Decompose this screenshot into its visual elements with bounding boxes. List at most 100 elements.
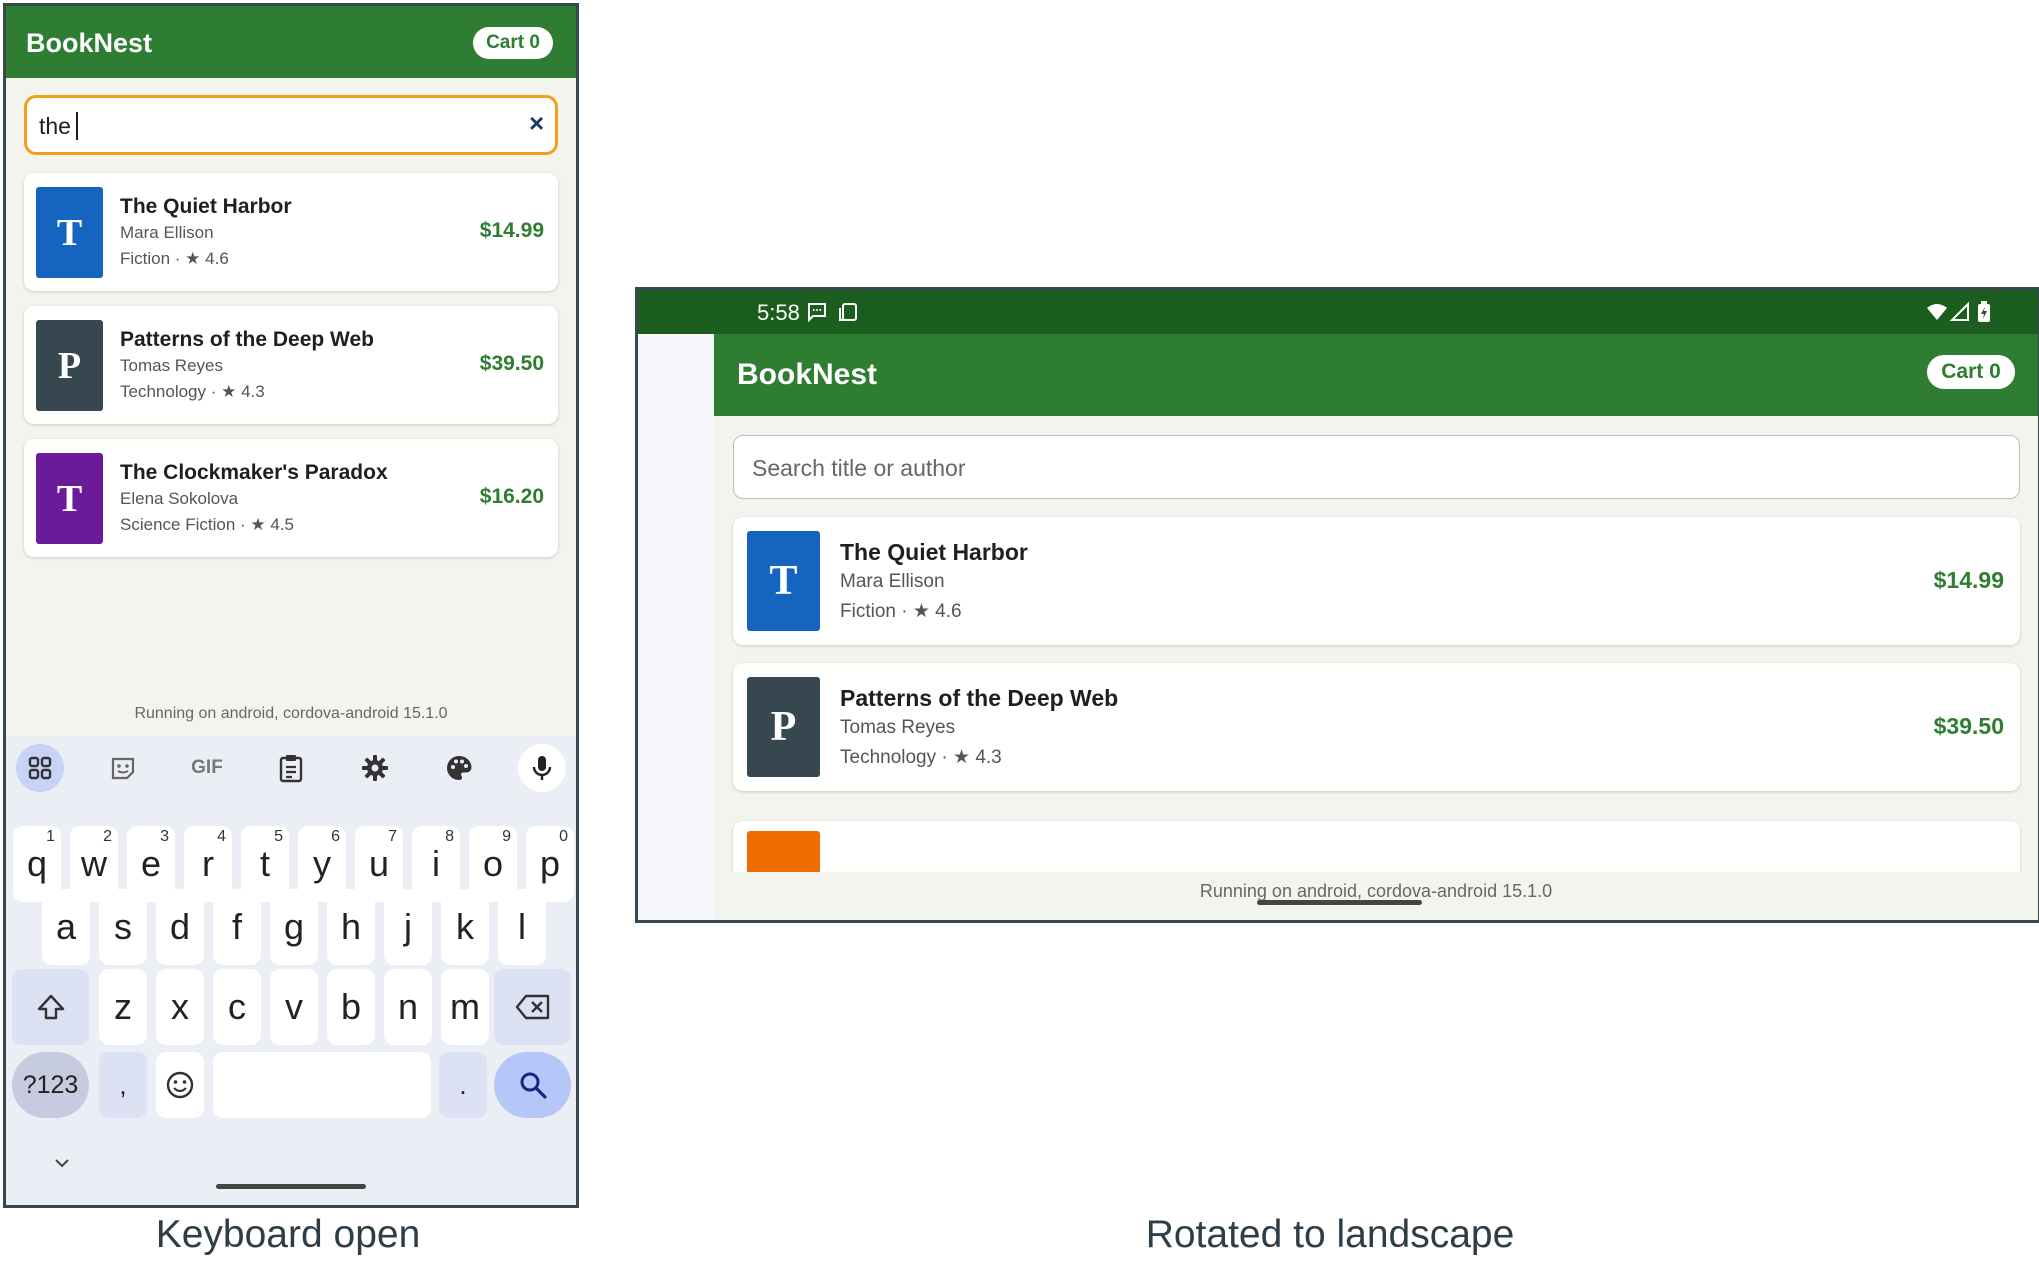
backspace-key[interactable] — [494, 969, 571, 1045]
book-cover: P — [747, 677, 820, 777]
landscape-caption: Rotated to landscape — [1145, 1213, 1515, 1256]
key-number-hint: 4 — [217, 828, 226, 845]
gif-icon[interactable]: GIF — [183, 744, 231, 792]
key-label: o — [482, 843, 504, 884]
book-price: $39.50 — [1933, 713, 2004, 739]
key-v[interactable]: v — [270, 969, 318, 1045]
key-number-hint: 5 — [274, 828, 283, 845]
text-cursor — [76, 112, 78, 140]
book-cover: T — [36, 453, 103, 544]
book-card[interactable]: T The Clockmaker's Paradox Elena Sokolova S… — [24, 439, 558, 557]
content-area: Search title or author T The Quiet Harbor… — [714, 416, 2038, 872]
key-n[interactable]: n — [384, 969, 432, 1045]
battery-icon — [1977, 301, 1991, 328]
status-bar: 5:58 — [638, 290, 2038, 334]
book-card[interactable]: P Patterns of the Deep Web Tomas Reyes Tech… — [733, 663, 2020, 791]
key-label: p — [539, 843, 561, 884]
app-title-landscape: BookNest — [737, 358, 878, 391]
microphone-icon[interactable] — [518, 744, 566, 792]
left-inset — [638, 334, 714, 920]
key-x[interactable]: x — [156, 969, 204, 1045]
key-c[interactable]: c — [213, 969, 261, 1045]
key-number-hint: 2 — [103, 828, 112, 845]
key-s[interactable]: s — [99, 889, 147, 965]
book-price: $39.50 — [479, 352, 544, 375]
key-a[interactable]: a — [42, 889, 90, 965]
book-price: $16.20 — [479, 485, 544, 508]
emoji-key[interactable] — [156, 1052, 204, 1118]
search-input-landscape[interactable]: Search title or author — [733, 435, 2020, 499]
app-title: BookNest — [26, 28, 153, 58]
key-f[interactable]: f — [213, 889, 261, 965]
sticker-icon[interactable] — [99, 744, 147, 792]
clipboard-icon[interactable] — [267, 744, 315, 792]
book-title: The Quiet Harbor — [120, 195, 292, 218]
shift-key[interactable] — [12, 969, 89, 1045]
period-key[interactable]: . — [439, 1052, 487, 1118]
key-j[interactable]: j — [384, 889, 432, 965]
status-time: 5:58 — [757, 300, 800, 325]
signal-icon — [1949, 301, 1970, 327]
key-number-hint: 7 — [388, 828, 397, 845]
search-placeholder: Search title or author — [752, 455, 966, 481]
key-l[interactable]: l — [498, 889, 546, 965]
search-action-key[interactable] — [494, 1052, 571, 1118]
key-b[interactable]: b — [327, 969, 375, 1045]
book-meta: Science Fiction · ★ 4.5 — [120, 515, 294, 534]
book-card-partial[interactable] — [733, 821, 2020, 872]
symbols-key[interactable]: ?123 — [12, 1052, 89, 1118]
key-d[interactable]: d — [156, 889, 204, 965]
book-title: The Quiet Harbor — [840, 539, 1028, 565]
book-author: Mara Ellison — [840, 571, 945, 592]
landscape-phone-screen: 5:58 BookNest Cart 0 Search title or aut… — [635, 287, 2039, 923]
book-meta: Fiction · ★ 4.6 — [120, 249, 229, 268]
book-price: $14.99 — [479, 219, 544, 242]
key-label: u — [368, 843, 390, 884]
wifi-icon — [1926, 302, 1948, 327]
key-label: e — [140, 843, 162, 884]
on-screen-keyboard: GIF 1q 2w 3e 4r 5t 6y 7u 8i 9o 0p asdfghjkl zxcvb… — [6, 736, 576, 1205]
key-label: q — [26, 843, 48, 884]
settings-icon[interactable] — [351, 744, 399, 792]
chevron-down-icon[interactable] — [52, 1156, 72, 1175]
book-title: Patterns of the Deep Web — [840, 685, 1119, 711]
search-input-value: the — [39, 113, 71, 139]
book-price: $14.99 — [1933, 567, 2004, 593]
platform-footer: Running on android, cordova-android 15.1… — [134, 705, 448, 722]
key-g[interactable]: g — [270, 889, 318, 965]
key-number-hint: 3 — [160, 828, 169, 845]
book-card[interactable]: P Patterns of the Deep Web Tomas Reyes Tech… — [24, 306, 558, 424]
book-title: Patterns of the Deep Web — [120, 328, 374, 351]
key-number-hint: 0 — [559, 828, 568, 845]
clear-search-icon[interactable]: × — [529, 108, 544, 139]
gesture-bar-landscape — [1257, 900, 1422, 905]
cart-button-landscape[interactable]: Cart 0 — [1927, 355, 2015, 389]
book-author: Tomas Reyes — [840, 717, 956, 738]
cart-button[interactable]: Cart 0 — [473, 27, 553, 59]
book-cover — [747, 831, 820, 872]
key-label: t — [259, 843, 270, 884]
search-input[interactable]: the × — [24, 95, 558, 155]
key-k[interactable]: k — [441, 889, 489, 965]
key-number-hint: 9 — [502, 828, 511, 845]
key-h[interactable]: h — [327, 889, 375, 965]
key-z[interactable]: z — [99, 969, 147, 1045]
space-bar[interactable] — [213, 1052, 431, 1118]
apps-grid-icon[interactable] — [16, 744, 64, 792]
comma-key[interactable]: , — [99, 1052, 147, 1118]
key-label: w — [81, 843, 107, 884]
book-card[interactable]: T The Quiet Harbor Mara Ellison Fiction · ★… — [733, 517, 2020, 645]
book-card[interactable]: T The Quiet Harbor Mara Ellison Fiction · ★… — [24, 173, 558, 291]
book-meta: Technology · ★ 4.3 — [840, 747, 1002, 768]
app-bar-landscape: BookNest Cart 0 — [714, 334, 2038, 416]
book-author: Elena Sokolova — [120, 489, 239, 508]
key-label: y — [313, 843, 331, 884]
key-number-hint: 1 — [46, 828, 55, 845]
platform-footer-landscape: Running on android, cordova-android 15.1… — [714, 872, 2038, 920]
portrait-phone-screen: BookNest Cart 0 the × T The Quiet Harbor M… — [3, 3, 579, 1208]
key-m[interactable]: m — [441, 969, 489, 1045]
palette-icon[interactable] — [435, 744, 483, 792]
book-cover: P — [36, 320, 103, 411]
key-label: r — [202, 843, 214, 884]
book-author: Tomas Reyes — [120, 356, 223, 375]
